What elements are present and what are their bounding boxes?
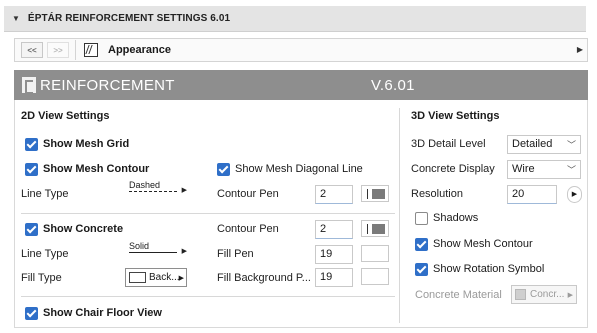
banner-version: V.6.01 [371,76,415,94]
resolution-field[interactable]: 20 [507,185,557,204]
show-chair-floor-checkbox[interactable] [25,307,38,320]
detail-level-select[interactable]: Detailed ﹀ [507,135,581,154]
detail-level-value: Detailed [512,138,553,150]
show-mesh-contour-label[interactable]: Show Mesh Contour [43,163,149,175]
resolution-label: Resolution [411,188,463,200]
show-mesh-contour-checkbox[interactable] [25,163,38,176]
panel-title-bar[interactable]: ▼ ÉPTÁR REINFORCEMENT SETTINGS 6.01 [4,6,586,32]
show-mesh-grid-label[interactable]: Show Mesh Grid [43,138,129,150]
fill-type-value: Back... [149,272,180,283]
concrete-contour-pen-field[interactable]: 2 [315,220,353,239]
current-page-name[interactable]: Appearance [108,44,171,56]
product-banner: REINFORCEMENT V.6.01 [14,70,588,100]
show-3d-mesh-contour-label[interactable]: Show Mesh Contour [433,238,533,250]
dashed-line-preview [129,191,177,192]
concrete-contour-pen-swatch[interactable] [361,220,389,237]
reinforcement-logo-icon [22,77,36,94]
resolution-arrow-icon[interactable]: ▶ [567,186,582,203]
concrete-material-value: Concr... [530,289,565,300]
panel-title: ÉPTÁR REINFORCEMENT SETTINGS 6.01 [27,13,231,24]
concrete-display-label: Concrete Display [411,163,495,175]
concrete-line-type-value: Solid [129,241,150,251]
mesh-contour-pen-field[interactable]: 2 [315,185,353,204]
concrete-contour-pen-label: Contour Pen [217,223,279,235]
concrete-display-select[interactable]: Wire ﹀ [507,160,581,179]
dropdown-arrow-icon: ▶ [567,292,573,299]
fill-pen-swatch[interactable] [361,245,389,262]
mesh-line-type-label: Line Type [21,188,69,200]
page-menu-arrow-icon[interactable]: ▶ [577,45,583,54]
pen-color-swatch [372,189,385,199]
fill-background-pen-label: Fill Background P... [217,272,311,284]
concrete-display-value: Wire [512,163,535,175]
mesh-contour-pen-swatch[interactable] [361,185,389,202]
nav-divider [75,40,76,60]
concrete-material-picker[interactable]: Concr... ▶ [511,285,577,304]
dropdown-arrow-icon: ▶ [178,275,184,282]
show-mesh-diagonal-checkbox[interactable] [217,163,230,176]
show-3d-mesh-contour-checkbox[interactable] [415,238,428,251]
column-divider [399,108,400,323]
show-mesh-grid-checkbox[interactable] [25,138,38,151]
pen-color-swatch [372,224,385,234]
detail-level-label: 3D Detail Level [411,138,486,150]
show-concrete-label[interactable]: Show Concrete [43,223,123,235]
show-chair-floor-label[interactable]: Show Chair Floor View [43,307,162,319]
shadows-label[interactable]: Shadows [433,212,478,224]
section-divider [21,213,395,214]
fill-pen-label: Fill Pen [217,248,254,260]
show-rotation-symbol-label[interactable]: Show Rotation Symbol [433,263,544,275]
mesh-line-type-picker[interactable]: Dashed ▶ [125,180,187,198]
collapse-triangle-icon[interactable]: ▼ [12,14,20,23]
show-concrete-checkbox[interactable] [25,223,38,236]
dropdown-arrow-icon: ▶ [181,248,187,255]
fill-background-pen-swatch[interactable] [361,268,389,285]
banner-title: REINFORCEMENT [40,76,175,94]
show-rotation-symbol-checkbox[interactable] [415,263,428,276]
fill-type-label: Fill Type [21,272,62,284]
dropdown-arrow-icon: ▶ [181,187,187,194]
forward-button[interactable]: >> [47,42,69,58]
page-navigation: << >> Appearance ▶ [14,38,588,62]
show-mesh-diagonal-label[interactable]: Show Mesh Diagonal Line [235,163,363,175]
mesh-contour-pen-label: Contour Pen [217,188,279,200]
2d-view-heading: 2D View Settings [21,110,110,122]
shadows-checkbox[interactable] [415,212,428,225]
fill-pen-field[interactable]: 19 [315,245,353,264]
chevron-down-icon: ﹀ [566,165,576,175]
concrete-material-label: Concrete Material [415,289,502,301]
back-button[interactable]: << [21,42,43,58]
settings-panel: ▼ ÉPTÁR REINFORCEMENT SETTINGS 6.01 << >… [0,0,597,333]
fill-pattern-swatch [129,272,146,283]
appearance-page-icon [84,43,98,57]
section-divider [21,296,395,297]
concrete-line-type-picker[interactable]: Solid ▶ [125,241,187,259]
3d-view-heading: 3D View Settings [411,110,500,122]
settings-content: 2D View Settings Show Mesh Grid Show Mes… [14,100,588,328]
solid-line-preview [129,252,177,253]
mesh-line-type-value: Dashed [129,180,161,190]
fill-type-picker[interactable]: Back... ▶ [125,268,187,287]
chevron-down-icon: ﹀ [566,140,576,150]
material-swatch [515,289,526,300]
fill-background-pen-field[interactable]: 19 [315,268,353,287]
concrete-line-type-label: Line Type [21,248,69,260]
